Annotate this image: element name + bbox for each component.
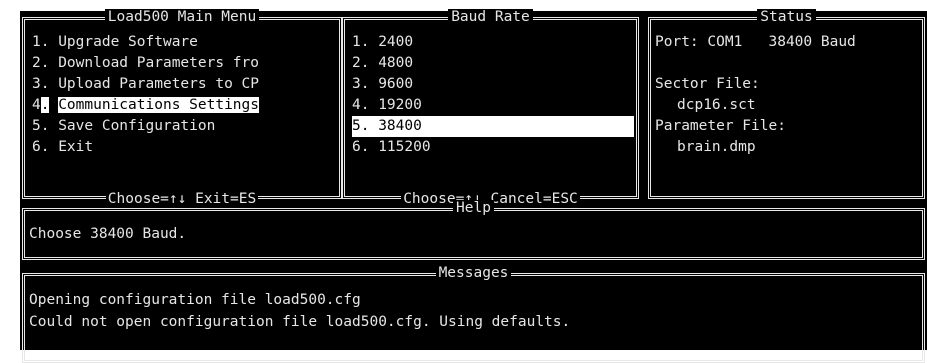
messages-title: Messages	[25, 264, 922, 282]
message-line: Could not open configuration file load50…	[29, 314, 571, 330]
baud-option-4800[interactable]: 2. 4800	[352, 53, 413, 74]
status-sector-value: dcp16.sct	[677, 97, 756, 113]
menu-item-cursor: .	[40, 97, 50, 113]
baud-option-115200[interactable]: 6. 115200	[352, 137, 431, 158]
main-menu-title: Load500 Main Menu	[25, 8, 339, 26]
baud-option-38400-selected[interactable]: 5. 38400	[352, 116, 634, 137]
terminal-screen: Load500 Main Menu 1. Upgrade Software 2.…	[20, 9, 927, 363]
help-panel: Help Choose 38400 Baud.	[22, 200, 925, 260]
menu-item-exit[interactable]: 6. Exit	[32, 137, 93, 158]
status-sector-label: Sector File:	[655, 76, 760, 92]
status-panel: Status Port: COM1 38400 Baud Sector File…	[648, 9, 925, 199]
baud-rate-title: Baud Rate	[345, 8, 636, 26]
baud-rate-panel: Baud Rate 1. 2400 2. 4800 3. 9600 4. 192…	[342, 9, 639, 207]
menu-item-communications-settings[interactable]: 4. Communications Settings	[32, 95, 259, 116]
main-menu-panel: Load500 Main Menu 1. Upgrade Software 2.…	[22, 9, 342, 207]
help-text: Choose 38400 Baud.	[29, 226, 187, 242]
baud-option-2400[interactable]: 1. 2400	[352, 32, 413, 53]
menu-item-upload-parameters[interactable]: 3. Upload Parameters to CP	[32, 74, 259, 95]
status-port-line: Port: COM1 38400 Baud	[655, 34, 856, 50]
message-line: Opening configuration file load500.cfg	[29, 292, 361, 308]
menu-item-save-configuration[interactable]: 5. Save Configuration	[32, 116, 215, 137]
status-title: Status	[651, 8, 922, 26]
baud-option-19200[interactable]: 4. 19200	[352, 95, 422, 116]
baud-option-9600[interactable]: 3. 9600	[352, 74, 413, 95]
baud-rate-footer: Choose=↑↓ Cancel=ESC	[401, 191, 580, 207]
menu-item-download-parameters[interactable]: 2. Download Parameters fro	[32, 53, 259, 74]
status-param-value: brain.dmp	[677, 139, 756, 155]
status-param-label: Parameter File:	[655, 118, 786, 134]
menu-item-upgrade-software[interactable]: 1. Upgrade Software	[32, 32, 198, 53]
main-menu-footer: Choose=↑↓ Exit=ES	[105, 191, 259, 207]
